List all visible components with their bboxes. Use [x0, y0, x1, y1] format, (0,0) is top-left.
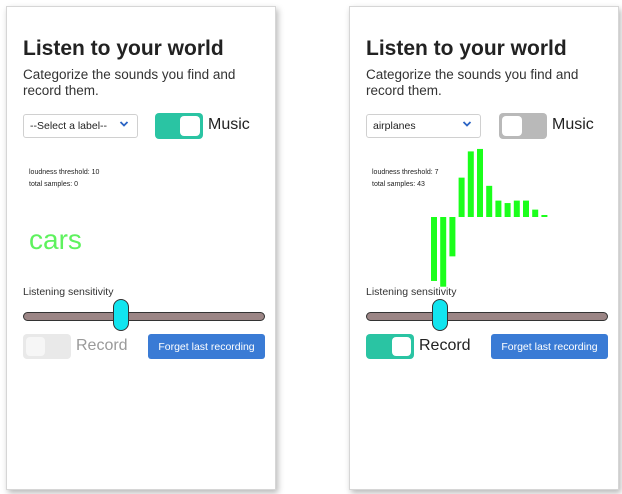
music-toggle-knob — [502, 116, 522, 136]
phone-screen-right: Listen to your world Categorize the soun… — [349, 6, 619, 490]
page-subtitle: Categorize the sounds you find and recor… — [23, 67, 236, 98]
total-samples: total samples: 43 — [372, 181, 425, 188]
chevron-down-icon — [462, 121, 472, 127]
music-toggle-label: Music — [552, 116, 594, 133]
sound-bar — [449, 217, 456, 257]
total-samples: total samples: 0 — [29, 181, 79, 188]
sound-bar — [440, 217, 447, 287]
loudness-threshold: loudness threshold: 7 — [372, 169, 439, 176]
forget-last-recording-button[interactable]: Forget last recording — [148, 334, 265, 359]
sound-bar — [523, 200, 529, 217]
sound-bar — [495, 200, 502, 217]
sound-bar — [458, 177, 465, 217]
chevron-down-icon — [119, 121, 129, 127]
sensitivity-label: Listening sensitivity — [366, 286, 457, 298]
sensitivity-label: Listening sensitivity — [23, 286, 114, 298]
loudness-threshold: loudness threshold: 10 — [29, 169, 100, 176]
forget-last-recording-button[interactable]: Forget last recording — [491, 334, 608, 359]
record-toggle-knob — [392, 337, 411, 356]
music-toggle-knob — [180, 116, 200, 136]
music-toggle-label: Music — [208, 116, 250, 133]
label-select-value: airplanes — [373, 120, 416, 132]
sound-bar — [486, 185, 493, 217]
sound-bar — [532, 209, 539, 217]
page-title: Listen to your world — [23, 37, 224, 60]
page-subtitle: Categorize the sounds you find and recor… — [366, 67, 579, 98]
page-title: Listen to your world — [366, 37, 567, 60]
sound-bar — [513, 200, 520, 217]
sound-bar — [477, 148, 483, 217]
record-toggle-label: Record — [419, 337, 471, 354]
record-toggle-label: Record — [76, 337, 128, 354]
detected-label: cars — [29, 224, 82, 255]
record-toggle[interactable] — [366, 334, 414, 359]
stats-readout: loudness threshold: 7 total samples: 43 — [372, 167, 439, 191]
sound-bar — [431, 217, 437, 281]
record-toggle[interactable] — [23, 334, 71, 359]
label-select[interactable]: --Select a label-- — [23, 114, 138, 138]
sensitivity-slider-track[interactable] — [23, 312, 265, 321]
record-toggle-knob — [26, 337, 45, 356]
stats-readout: loudness threshold: 10 total samples: 0 — [29, 167, 99, 191]
sound-bar — [504, 203, 511, 217]
label-select-value: --Select a label-- — [30, 120, 108, 132]
label-select[interactable]: airplanes — [366, 114, 481, 138]
sensitivity-slider-thumb[interactable] — [431, 299, 448, 331]
music-toggle[interactable] — [155, 113, 203, 139]
phone-screen-left: Listen to your world Categorize the soun… — [6, 6, 276, 490]
sound-bar — [541, 215, 548, 217]
music-toggle[interactable] — [499, 113, 547, 139]
sensitivity-slider-track[interactable] — [366, 312, 608, 321]
sound-bar — [467, 151, 474, 217]
sensitivity-slider-thumb[interactable] — [113, 299, 130, 331]
